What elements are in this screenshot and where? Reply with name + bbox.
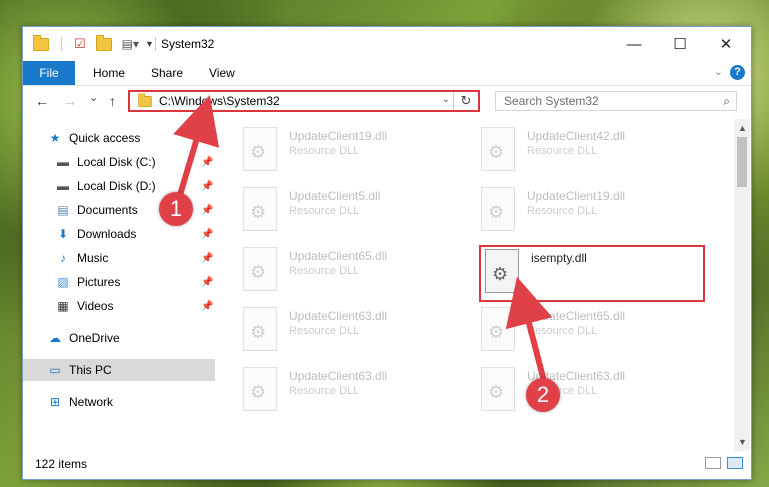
file-item[interactable]: UpdateClient65.dllResource DLL [481,307,701,355]
sidebar-item-music[interactable]: ♪ Music 📌 [23,247,215,269]
dll-file-icon [243,307,277,351]
minimize-button[interactable]: — [611,29,657,59]
dll-file-icon [481,187,515,231]
ribbon: File Home Share View ⌄ ? [23,61,751,86]
sidebar-item-quick-access[interactable]: ★ Quick access [23,127,215,149]
file-item[interactable]: UpdateClient63.dllResource DLL [243,367,463,415]
sidebar-item-this-pc[interactable]: ▭ This PC [23,359,215,381]
dll-file-icon [243,127,277,171]
drive-icon: ▬ [57,155,69,169]
file-item[interactable]: UpdateClient63.dllResource DLL [481,367,701,415]
scroll-thumb[interactable] [737,137,747,187]
pin-icon[interactable]: 📌 [201,253,213,264]
download-icon: ⬇ [57,227,69,241]
status-bar: 122 items [23,451,751,477]
title-bar: ☑ ▤▾ ▾ System32 — ☐ ✕ [23,27,751,61]
up-button[interactable]: ↑ [109,93,116,109]
computer-icon: ▭ [49,363,61,377]
sidebar-item-local-disk-d[interactable]: ▬ Local Disk (D:) 📌 [23,175,215,197]
file-item[interactable]: UpdateClient19.dllResource DLL [243,127,463,175]
close-button[interactable]: ✕ [703,29,749,59]
dll-file-icon [243,247,277,291]
folder-icon [138,92,152,107]
scroll-up-icon[interactable]: ▲ [738,123,747,133]
large-icons-view-icon[interactable] [727,457,743,469]
cloud-icon: ☁ [49,331,61,345]
tab-file[interactable]: File [23,61,75,85]
customize-toolbar-icon[interactable]: ▤▾ [122,37,139,51]
details-view-icon[interactable] [705,457,721,469]
window-title: System32 [161,37,215,51]
dll-file-icon [481,127,515,171]
videos-icon: ▦ [57,299,69,313]
tab-home[interactable]: Home [93,61,125,85]
file-item[interactable]: UpdateClient65.dllResource DLL [243,247,463,295]
pictures-icon: ▨ [57,275,69,289]
step-badge-1: 1 [159,192,193,226]
file-item[interactable]: UpdateClient42.dllResource DLL [481,127,701,175]
vertical-scrollbar[interactable]: ▲ ▼ [734,119,750,451]
address-bar[interactable]: C:\Windows\System32 ⌄ ↻ [128,90,480,112]
dll-file-icon [481,367,515,411]
dll-file-icon [243,367,277,411]
sidebar-item-pictures[interactable]: ▨ Pictures 📌 [23,271,215,293]
tab-view[interactable]: View [209,61,235,85]
tab-share[interactable]: Share [151,61,183,85]
pin-icon[interactable]: 📌 [201,277,213,288]
pin-icon[interactable]: 📌 [201,229,213,240]
item-count: 122 items [35,457,88,471]
pin-icon[interactable]: 📌 [201,157,213,168]
sidebar-item-local-disk-c[interactable]: ▬ Local Disk (C:) 📌 [23,151,215,173]
recent-locations-button[interactable]: ⌄ [89,91,98,104]
properties-icon[interactable]: ☑ [74,36,86,52]
music-icon: ♪ [60,251,66,265]
navigation-pane: ★ Quick access ▬ Local Disk (C:) 📌 ▬ Loc… [23,119,215,450]
file-item[interactable]: UpdateClient63.dllResource DLL [243,307,463,355]
new-folder-icon[interactable] [95,34,112,51]
explorer-window: ☑ ▤▾ ▾ System32 — ☐ ✕ File Home Share Vi… [22,26,752,480]
expand-ribbon-icon[interactable]: ⌄ [714,65,723,78]
sidebar-item-videos[interactable]: ▦ Videos 📌 [23,295,215,317]
forward-button[interactable]: → [63,93,77,109]
sidebar-item-onedrive[interactable]: ☁ OneDrive [23,327,215,349]
scroll-down-icon[interactable]: ▼ [738,437,747,447]
help-icon[interactable]: ? [730,65,745,80]
pin-icon[interactable]: 📌 [201,301,213,312]
documents-icon: ▤ [57,203,69,217]
search-box[interactable]: Search System32 ⌕ [495,91,737,111]
dll-file-icon [243,187,277,231]
step-badge-2: 2 [526,378,560,412]
pin-icon[interactable]: 📌 [201,181,213,192]
star-icon: ★ [49,131,61,145]
search-input[interactable]: Search System32 [504,94,599,108]
highlight-box [479,245,705,302]
file-item[interactable]: UpdateClient19.dllResource DLL [481,187,701,235]
network-icon: ⊞ [49,395,61,409]
address-path[interactable]: C:\Windows\System32 [159,94,280,108]
navigation-bar: ← → ⌄ ↑ C:\Windows\System32 ⌄ ↻ Search S… [23,86,751,118]
refresh-button[interactable]: ↻ [453,92,478,110]
file-item[interactable]: UpdateClient5.dllResource DLL [243,187,463,235]
quick-access-toolbar: ☑ ▤▾ ▾ [33,34,152,52]
maximize-button[interactable]: ☐ [657,29,703,59]
pin-icon[interactable]: 📌 [201,205,213,216]
drive-icon: ▬ [57,179,69,193]
folder-icon[interactable] [33,34,49,51]
address-dropdown-icon[interactable]: ⌄ [442,94,450,105]
sidebar-item-network[interactable]: ⊞ Network [23,391,215,413]
dll-file-icon [481,307,515,351]
sidebar-item-downloads[interactable]: ⬇ Downloads 📌 [23,223,215,245]
toolbar-dropdown-icon[interactable]: ▾ [147,39,152,50]
back-button[interactable]: ← [35,93,49,109]
search-icon: ⌕ [723,94,730,108]
